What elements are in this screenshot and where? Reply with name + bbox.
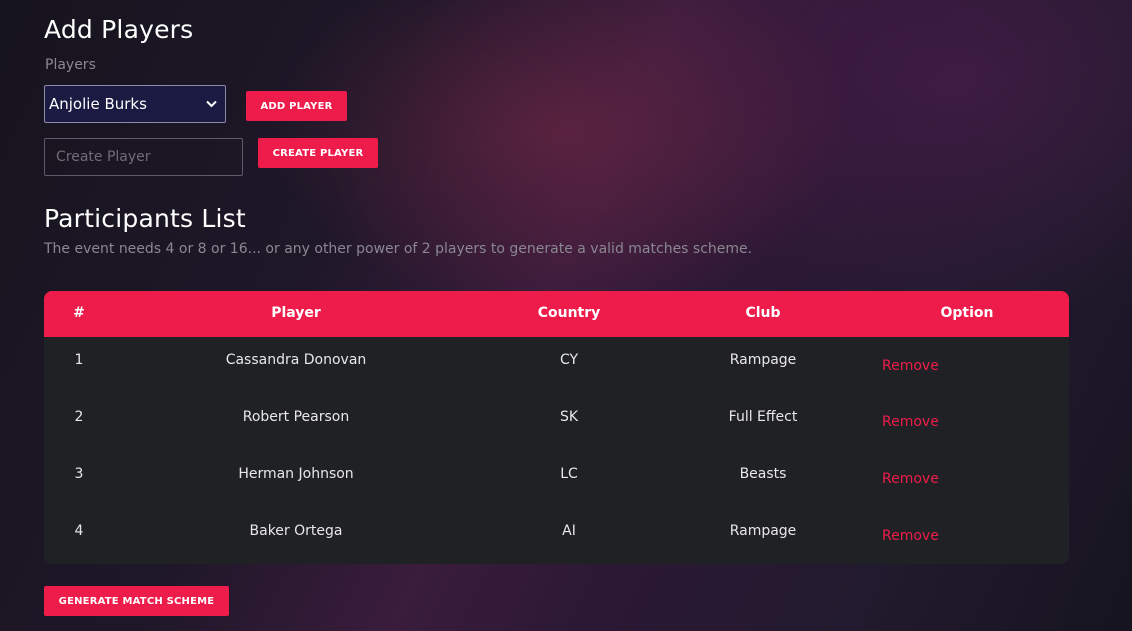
add-player-button[interactable]: ADD PLAYER (246, 91, 347, 121)
players-label: Players (45, 57, 96, 73)
table-row: 2 Robert Pearson SK Full Effect Remove (44, 394, 1069, 451)
table-header: # Player Country Club Option (44, 291, 1069, 337)
row-country: SK (559, 409, 579, 425)
row-number: 4 (74, 523, 84, 539)
participants-note: The event needs 4 or 8 or 16... or any o… (44, 241, 753, 257)
remove-link[interactable]: Remove (882, 528, 939, 544)
column-header-option: Option (940, 305, 994, 321)
create-player-input[interactable] (44, 138, 243, 176)
create-player-button[interactable]: CREATE PLAYER (258, 138, 378, 168)
add-players-title: Add Players (44, 15, 194, 44)
column-header-number: # (73, 305, 85, 321)
row-country: CY (559, 352, 579, 368)
row-club: Beasts (739, 466, 787, 482)
generate-match-scheme-button[interactable]: GENERATE MATCH SCHEME (44, 586, 229, 616)
row-player: Robert Pearson (242, 409, 350, 425)
row-player: Cassandra Donovan (225, 352, 367, 368)
column-header-country: Country (537, 305, 601, 321)
row-country: AI (562, 523, 576, 539)
row-player: Baker Ortega (249, 523, 343, 539)
row-number: 2 (74, 409, 84, 425)
row-number: 1 (74, 352, 84, 368)
remove-link[interactable]: Remove (882, 471, 939, 487)
table-row: 4 Baker Ortega AI Rampage Remove (44, 508, 1069, 564)
row-club: Full Effect (728, 409, 798, 425)
row-club: Rampage (729, 352, 797, 368)
column-header-player: Player (271, 305, 321, 321)
row-player: Herman Johnson (238, 466, 354, 482)
participants-title: Participants List (44, 204, 246, 233)
row-club: Rampage (729, 523, 797, 539)
column-header-club: Club (745, 305, 781, 321)
player-select[interactable]: Anjolie Burks (44, 85, 226, 123)
remove-link[interactable]: Remove (882, 358, 939, 374)
participants-table: # Player Country Club Option 1 Cassandra… (44, 291, 1069, 564)
player-select-value: Anjolie Burks (49, 95, 147, 113)
remove-link[interactable]: Remove (882, 414, 939, 430)
row-number: 3 (74, 466, 84, 482)
table-row: 1 Cassandra Donovan CY Rampage Remove (44, 337, 1069, 394)
row-country: LC (560, 466, 578, 482)
chevron-down-icon (205, 98, 217, 110)
table-row: 3 Herman Johnson LC Beasts Remove (44, 451, 1069, 508)
